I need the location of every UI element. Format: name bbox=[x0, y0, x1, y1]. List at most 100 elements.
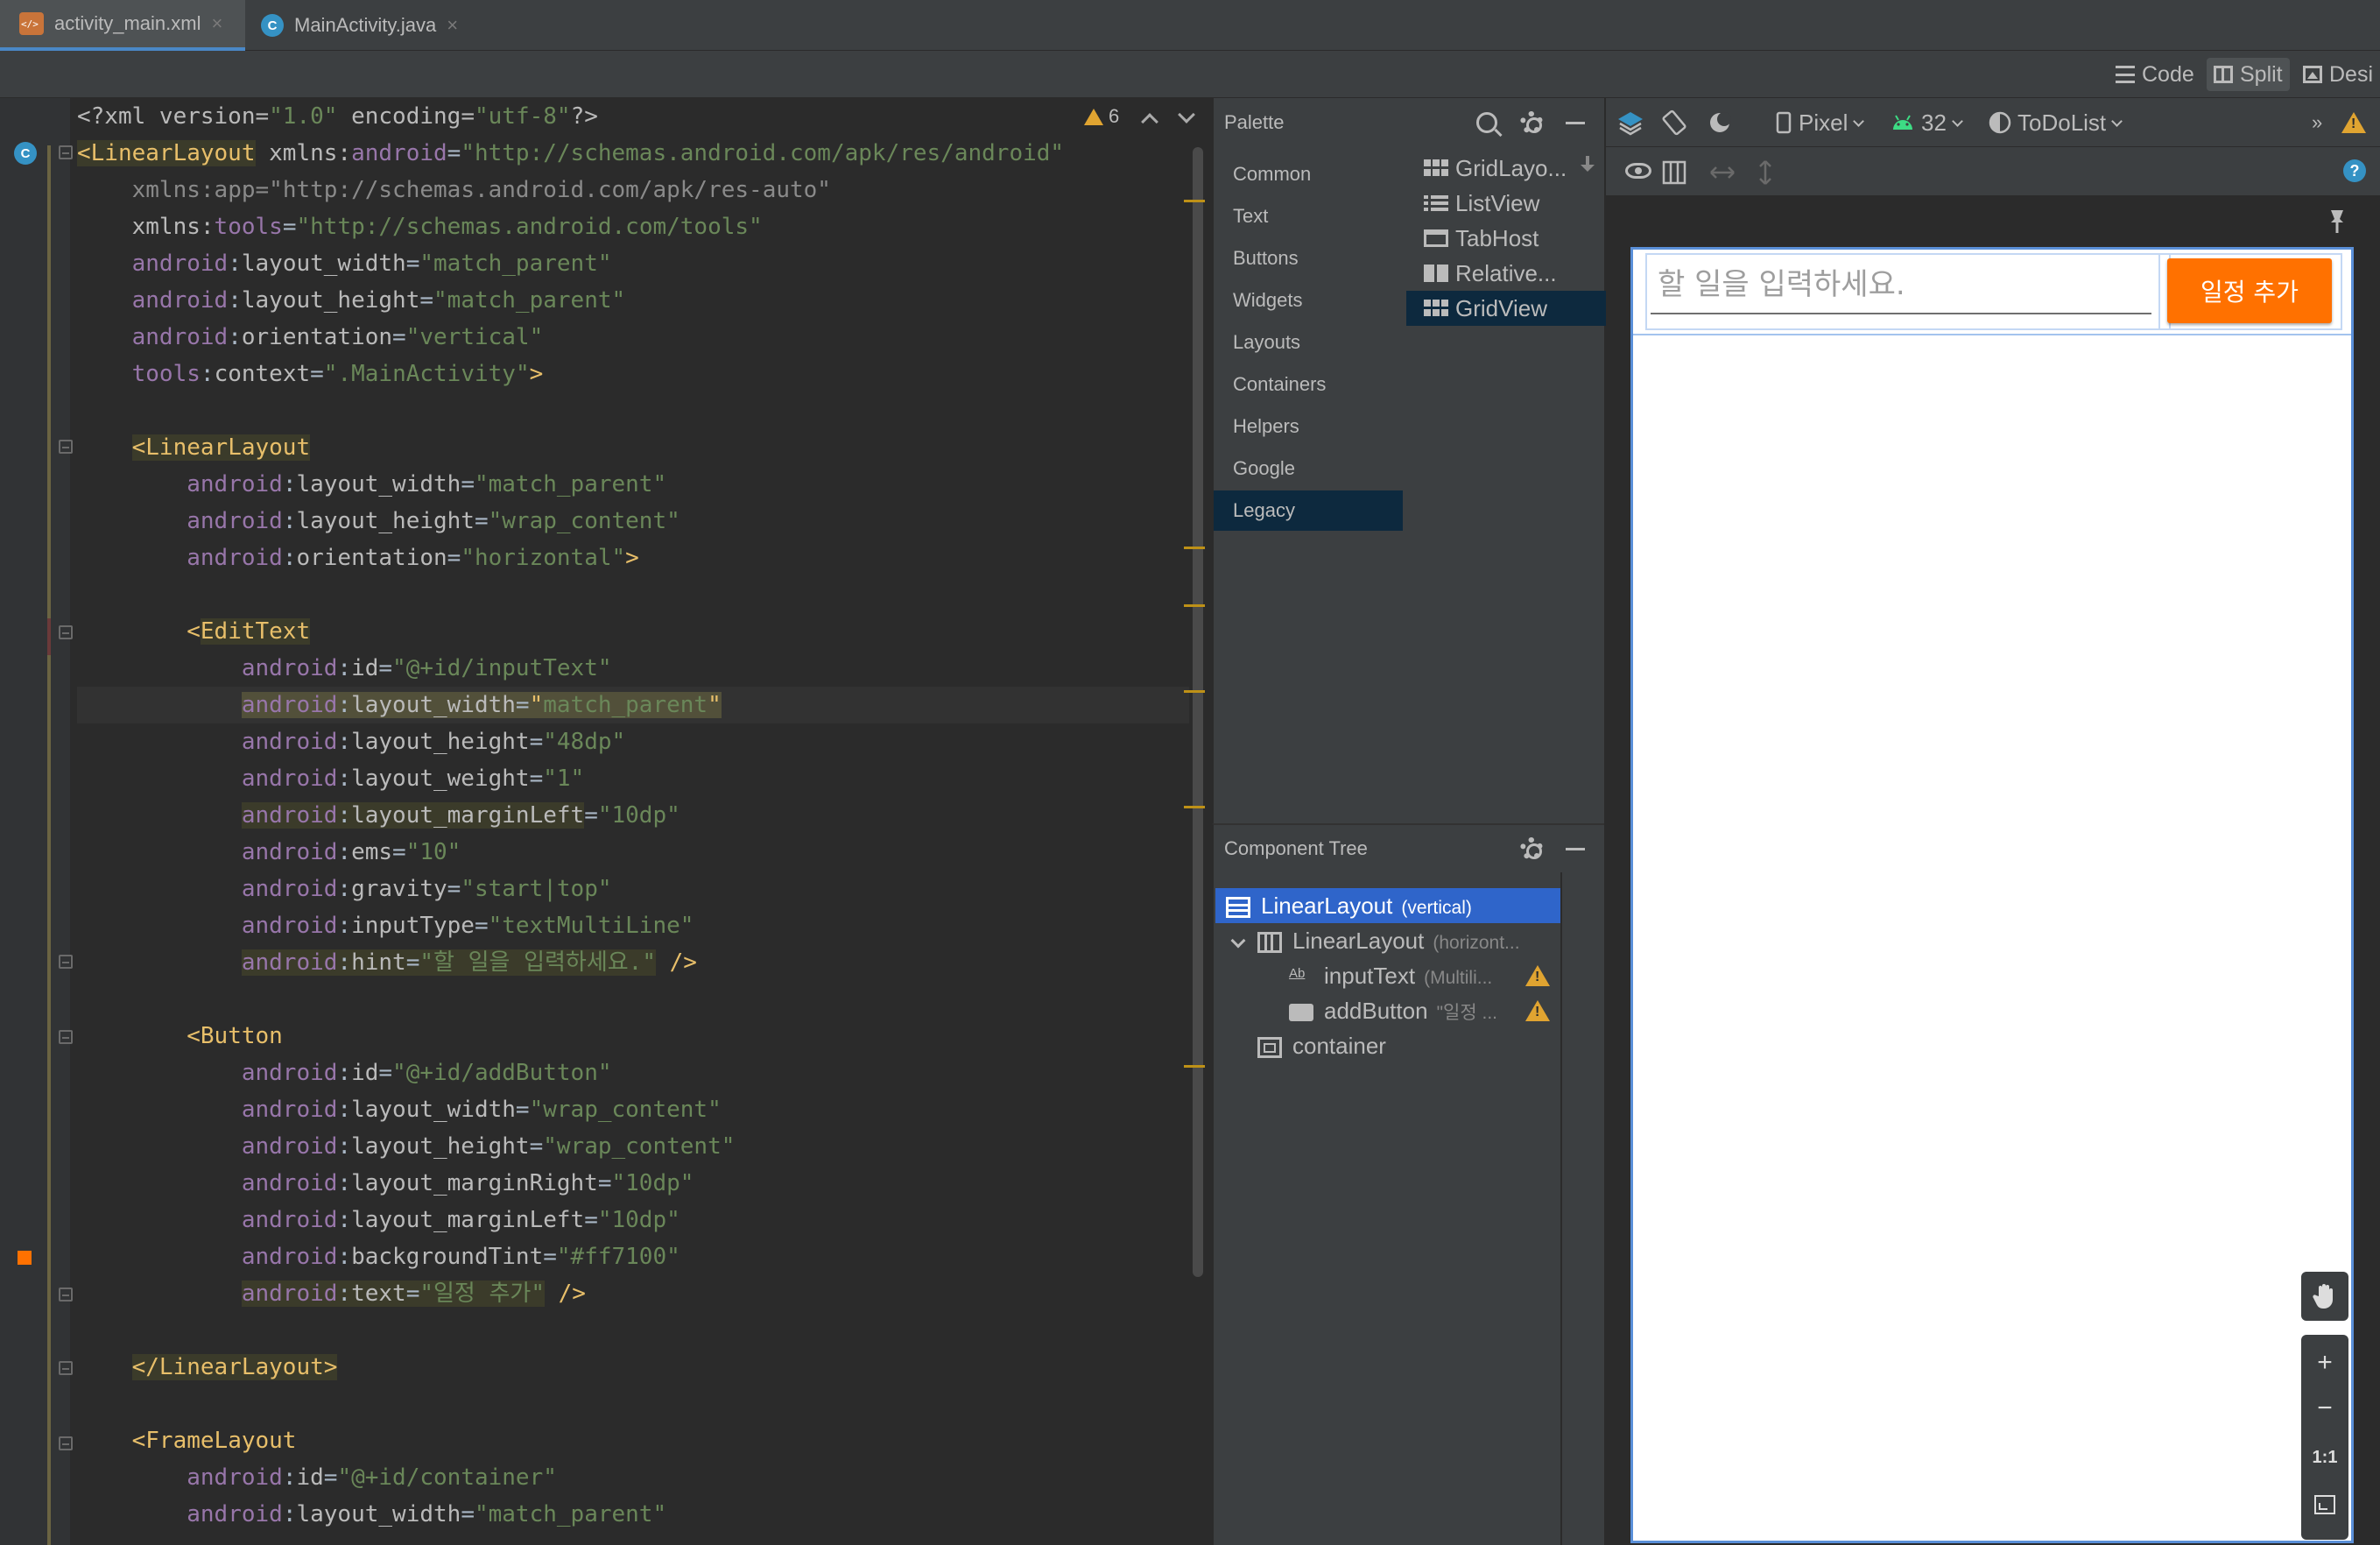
palette-category-legacy[interactable]: Legacy bbox=[1214, 490, 1403, 531]
code-line: android:layout_marginLeft="10dp" bbox=[241, 802, 680, 829]
fold-icon[interactable] bbox=[59, 625, 73, 639]
gear-icon[interactable] bbox=[1520, 111, 1543, 134]
api-level-selector[interactable]: 32 bbox=[1891, 98, 1963, 147]
palette-category-layouts[interactable]: Layouts bbox=[1214, 322, 1403, 363]
expand-chevron-icon[interactable] bbox=[1230, 933, 1246, 949]
warning-stripe-mark[interactable] bbox=[1184, 690, 1205, 693]
palette-item-gridlayout[interactable]: GridLayo... bbox=[1406, 151, 1606, 186]
design-toolbar: Pixel 32 ToDoList » bbox=[1606, 98, 2380, 147]
palette-item-tabhost[interactable]: TabHost bbox=[1406, 221, 1606, 256]
color-swatch-icon[interactable] bbox=[18, 1251, 32, 1265]
design-view-button[interactable]: Desi bbox=[2296, 58, 2380, 91]
tree-node-detail: (Multili... bbox=[1424, 968, 1493, 988]
close-tab-icon[interactable]: × bbox=[447, 14, 458, 37]
vcs-change-bar bbox=[47, 145, 51, 1545]
warning-stripe-mark[interactable] bbox=[1184, 1065, 1205, 1068]
search-icon[interactable] bbox=[1476, 112, 1497, 133]
actual-size-button[interactable]: 1:1 bbox=[2301, 1435, 2348, 1480]
preview-input-text[interactable]: 할 일을 입력하세요. bbox=[1651, 262, 2151, 314]
palette-category-buttons[interactable]: Buttons bbox=[1214, 238, 1403, 279]
minimize-icon[interactable] bbox=[1566, 122, 1585, 124]
palette-item-gridview[interactable]: GridView bbox=[1406, 291, 1606, 326]
component-tree-panel: Component Tree LinearLayout (vertical) Li… bbox=[1212, 823, 1604, 1545]
palette-category-text[interactable]: Text bbox=[1214, 196, 1403, 236]
preview-input-row[interactable]: 할 일을 입력하세요. 일정 추가 bbox=[1633, 250, 2351, 335]
code-lines[interactable]: <?xml version="1.0" encoding="utf-8"?> <… bbox=[77, 98, 1189, 1545]
horizontal-resize-icon[interactable] bbox=[1708, 162, 1737, 183]
code-line: </LinearLayout> bbox=[131, 1354, 338, 1380]
palette-title: Palette bbox=[1224, 111, 1285, 133]
code-line: android:ems="10" bbox=[241, 839, 461, 865]
fold-icon[interactable] bbox=[59, 955, 73, 969]
zoom-out-button[interactable]: − bbox=[2301, 1386, 2348, 1431]
theme-selector[interactable]: ToDoList bbox=[1988, 98, 2123, 147]
layers-button[interactable] bbox=[1616, 98, 1644, 147]
gear-icon[interactable] bbox=[1520, 837, 1543, 860]
xml-code-editor[interactable]: C <?xml version="1.0" encoding="utf-8"?>… bbox=[0, 98, 1210, 1545]
tree-node-root-linearlayout[interactable]: LinearLayout (vertical) bbox=[1215, 888, 1560, 923]
pin-icon[interactable] bbox=[2327, 207, 2347, 235]
night-mode-button[interactable] bbox=[1708, 98, 1736, 147]
inspection-warnings[interactable]: 6 bbox=[1084, 105, 1119, 128]
split-view-button[interactable]: Split bbox=[2207, 58, 2290, 91]
design-toolbar-secondary: ? bbox=[1606, 147, 2380, 196]
minimize-icon[interactable] bbox=[1566, 848, 1585, 850]
help-icon[interactable]: ? bbox=[2343, 159, 2366, 182]
tab-main-activity-java[interactable]: C MainActivity.java × bbox=[254, 0, 482, 51]
related-class-icon[interactable]: C bbox=[14, 142, 37, 165]
palette-category-common[interactable]: Common bbox=[1214, 154, 1403, 194]
fold-icon[interactable] bbox=[59, 145, 73, 159]
vertical-resize-icon[interactable] bbox=[1755, 158, 1776, 187]
tree-node-label: inputText bbox=[1324, 963, 1416, 989]
warning-stripe-mark[interactable] bbox=[1184, 806, 1205, 808]
fold-icon[interactable] bbox=[59, 1361, 73, 1375]
fold-icon[interactable] bbox=[59, 440, 73, 454]
code-line: android:text="일정 추가" /> bbox=[241, 1280, 586, 1307]
palette-category-google[interactable]: Google bbox=[1214, 448, 1403, 489]
zoom-to-fit-button[interactable] bbox=[2301, 1482, 2348, 1527]
close-tab-icon[interactable]: × bbox=[211, 12, 222, 35]
warning-stripe-mark[interactable] bbox=[1184, 547, 1205, 549]
vertical-linear-icon bbox=[1226, 897, 1250, 919]
tree-node-container[interactable]: container bbox=[1257, 1028, 1560, 1063]
split-view-label: Split bbox=[2240, 61, 2283, 87]
palette-category-helpers[interactable]: Helpers bbox=[1214, 406, 1403, 447]
zoom-controls: + − 1:1 bbox=[2301, 1335, 2348, 1540]
more-options-icon[interactable]: » bbox=[2312, 98, 2322, 147]
palette-category-widgets[interactable]: Widgets bbox=[1214, 280, 1403, 321]
palette-category-containers[interactable]: Containers bbox=[1214, 364, 1403, 405]
tree-node-detail: (vertical) bbox=[1401, 898, 1472, 918]
orientation-button[interactable] bbox=[1660, 98, 1690, 147]
relative-layout-icon bbox=[1424, 265, 1448, 282]
code-view-button[interactable]: Code bbox=[2109, 58, 2201, 91]
tree-node-label: LinearLayout bbox=[1261, 892, 1393, 919]
warning-icon[interactable] bbox=[1525, 965, 1550, 986]
view-options-icon[interactable] bbox=[1625, 163, 1651, 179]
warning-icon[interactable] bbox=[1525, 1000, 1550, 1021]
fold-icon[interactable] bbox=[59, 1030, 73, 1044]
code-line: android:layout_height="wrap_content" bbox=[241, 1133, 736, 1160]
warning-stripe-mark[interactable] bbox=[1184, 200, 1205, 202]
device-preview[interactable]: 할 일을 입력하세요. 일정 추가 bbox=[1630, 247, 2354, 1543]
download-icon[interactable] bbox=[1580, 156, 1595, 177]
tree-node-detail: "일정 ... bbox=[1436, 1003, 1497, 1023]
editor-tab-bar: activity_main.xml × C MainActivity.java … bbox=[0, 0, 2380, 51]
blueprint-icon[interactable] bbox=[1662, 160, 1686, 185]
tree-node-addbutton[interactable]: addButton "일정 ... bbox=[1289, 993, 1517, 1028]
palette-item-listview[interactable]: ListView bbox=[1406, 186, 1606, 221]
chevron-down-icon bbox=[1952, 115, 1963, 127]
fold-icon[interactable] bbox=[59, 1436, 73, 1450]
issues-warning-button[interactable] bbox=[2341, 98, 2366, 147]
tab-activity-main-xml[interactable]: activity_main.xml × bbox=[0, 0, 245, 51]
device-selector[interactable]: Pixel bbox=[1776, 98, 1865, 147]
editor-gutter: C bbox=[0, 98, 109, 1545]
warning-stripe-mark[interactable] bbox=[1184, 604, 1205, 607]
palette-item-relativelayout[interactable]: Relative... bbox=[1406, 256, 1606, 291]
pan-mode-button[interactable] bbox=[2301, 1272, 2348, 1321]
fold-icon[interactable] bbox=[59, 1288, 73, 1302]
design-view-label: Desi bbox=[2329, 61, 2374, 87]
tree-node-horizontal-linearlayout[interactable]: LinearLayout (horizont... bbox=[1257, 923, 1560, 958]
preview-add-button[interactable]: 일정 추가 bbox=[2167, 258, 2332, 323]
zoom-in-button[interactable]: + bbox=[2301, 1340, 2348, 1386]
tree-node-inputtext[interactable]: Ab inputText (Multili... bbox=[1289, 958, 1517, 993]
